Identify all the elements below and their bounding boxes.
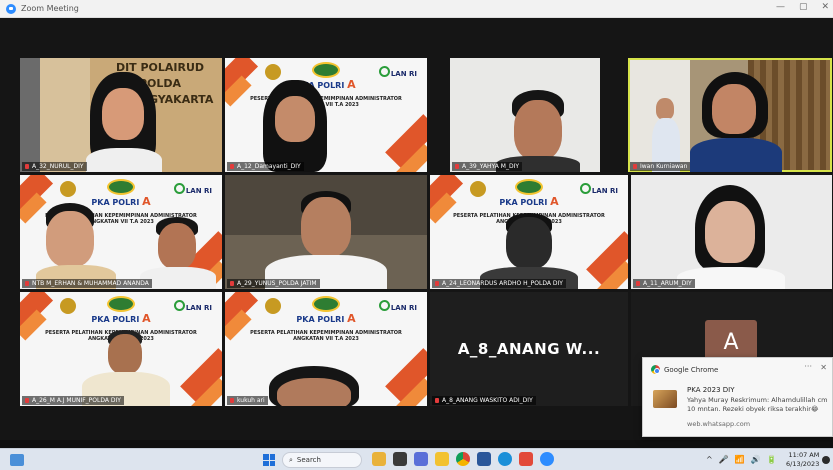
minimize-button[interactable]: —: [776, 2, 785, 12]
participant-tile[interactable]: A_8_ANANG W... A_8_ANANG WASKITO ADI_DIY: [430, 292, 628, 406]
participant-name: kukuh ari: [227, 396, 268, 405]
search-label: Search: [296, 456, 321, 464]
widgets-icon[interactable]: [372, 452, 386, 466]
maximize-button[interactable]: ▢: [799, 2, 808, 12]
polri-emblem-icon: [470, 181, 486, 197]
task-view-icon[interactable]: [393, 452, 407, 466]
search-icon: ⌕: [289, 455, 293, 464]
polri-emblem-icon: [60, 181, 76, 197]
chat-icon[interactable]: [414, 452, 428, 466]
notification-thumbnail: [653, 390, 677, 408]
zoom-taskbar-icon[interactable]: [540, 452, 554, 466]
polri-emblem-icon: [265, 298, 281, 314]
system-tray: ^ 🎤 📶 🔊 🔋: [706, 455, 777, 464]
notification-title: PKA 2023 DIY: [687, 386, 735, 394]
participant-tile[interactable]: PKA POLRI A LAN RI PESERTA PELATIHAN KEP…: [20, 292, 222, 406]
windows-start-icon[interactable]: [263, 454, 275, 466]
close-icon[interactable]: ✕: [820, 363, 827, 372]
chrome-taskbar-icon[interactable]: [456, 452, 470, 466]
taskbar-apps: [372, 452, 554, 466]
store-icon[interactable]: [519, 452, 533, 466]
taskbar-search[interactable]: ⌕ Search: [282, 452, 362, 468]
wifi-icon[interactable]: 📶: [735, 455, 745, 464]
clock-time: 11:07 AM: [788, 451, 820, 459]
participant-tile[interactable]: DIT POLAIRUD POLDA D.I. YOGYAKARTA A_32_…: [20, 58, 222, 172]
pka-logo-icon: [312, 62, 340, 78]
notification-source: web.whatsapp.com: [687, 420, 751, 428]
participant-name: A_11_ARUM_DIY: [633, 279, 695, 288]
battery-icon[interactable]: 🔋: [767, 455, 777, 464]
participant-name: NTB M_ERHAN & MUHAMMAD ANANDA: [22, 279, 152, 288]
chrome-icon: [651, 365, 660, 374]
participant-tile[interactable]: PKA POLRI A LAN RI PESERTA PELATIHAN KEP…: [225, 292, 427, 406]
participant-name: A_8_ANANG WASKITO ADI_DIY: [432, 396, 536, 405]
word-icon[interactable]: [477, 452, 491, 466]
zoom-icon: [6, 3, 16, 14]
volume-icon[interactable]: 🔊: [751, 455, 761, 464]
participant-name: Iwan Kurniawan: [630, 162, 691, 171]
participant-display-name: A_8_ANANG W...: [457, 340, 601, 358]
clock-date: 6/13/2023: [786, 460, 820, 468]
window-controls: — ▢ ✕: [776, 2, 829, 12]
participant-tile[interactable]: A_29_YUNUS_POLDA JATIM: [225, 175, 427, 289]
notification-app: Google Chrome: [664, 365, 719, 374]
taskbar: ⌕ Search ^ 🎤 📶 🔊 🔋 11:07 AM 6/13/2023: [0, 448, 833, 470]
participant-tile[interactable]: PKA POLRI A LAN RI PESERTA PELATIHAN KEP…: [430, 175, 628, 289]
pka-logo-icon: [107, 179, 135, 195]
taskbar-clock[interactable]: 11:07 AM 6/13/2023: [786, 451, 819, 469]
participant-tile[interactable]: PKA POLRI A LAN RI PESERTA PELATIHAN KEP…: [20, 175, 222, 289]
participant-tile[interactable]: A_39_YAHYA M_DIY: [450, 58, 600, 172]
participant-name: A_32_NURUL_DIY: [22, 162, 87, 171]
notification-body: Yahya Muray Reskrimum: Alhamdulillah cm …: [687, 396, 828, 413]
participant-name: A_26_M A.J MUNIF_POLDA DIY: [22, 396, 124, 405]
participant-name: A_12_Damayanti_DIY: [227, 162, 304, 171]
pka-logo-icon: [515, 179, 543, 195]
participant-tile-active[interactable]: Iwan Kurniawan: [628, 58, 832, 172]
window-title: Zoom Meeting: [21, 4, 79, 13]
polri-emblem-icon: [265, 64, 281, 80]
window-titlebar: Zoom Meeting — ▢ ✕: [0, 0, 833, 18]
edge-icon[interactable]: [498, 452, 512, 466]
weather-widget-icon[interactable]: [10, 454, 24, 466]
microphone-icon[interactable]: 🎤: [719, 455, 729, 464]
participant-tile[interactable]: A_11_ARUM_DIY: [631, 175, 832, 289]
pka-logo-icon: [312, 296, 340, 312]
participant-name: A_39_YAHYA M_DIY: [452, 162, 522, 171]
file-explorer-icon[interactable]: [435, 452, 449, 466]
more-options-icon[interactable]: ···: [804, 362, 812, 371]
participant-name: A_24_LEONARDUS ARDHO H_POLDA DIY: [432, 279, 566, 288]
chrome-notification[interactable]: Google Chrome ··· ✕ PKA 2023 DIY Yahya M…: [642, 357, 833, 437]
polri-emblem-icon: [60, 298, 76, 314]
notification-center-icon[interactable]: [822, 456, 830, 464]
tray-overflow-icon[interactable]: ^: [706, 455, 713, 464]
participant-name: A_29_YUNUS_POLDA JATIM: [227, 279, 320, 288]
participant-tile[interactable]: PKA POLRI A LAN RI PESERTA PELATIHAN KEP…: [225, 58, 427, 172]
close-button[interactable]: ✕: [821, 2, 829, 12]
pka-logo-icon: [107, 296, 135, 312]
